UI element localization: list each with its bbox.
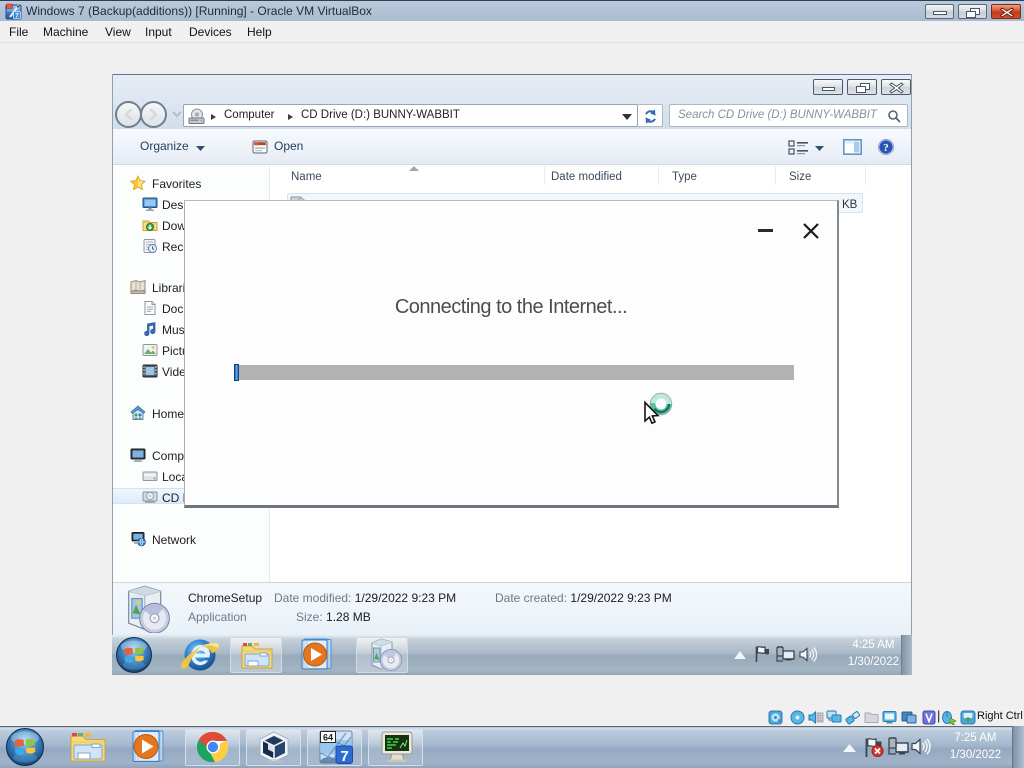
svg-text:7: 7	[340, 748, 348, 765]
svg-text:64: 64	[323, 733, 333, 743]
svg-text:?: ?	[883, 142, 889, 154]
svg-text:7: 7	[15, 13, 19, 20]
